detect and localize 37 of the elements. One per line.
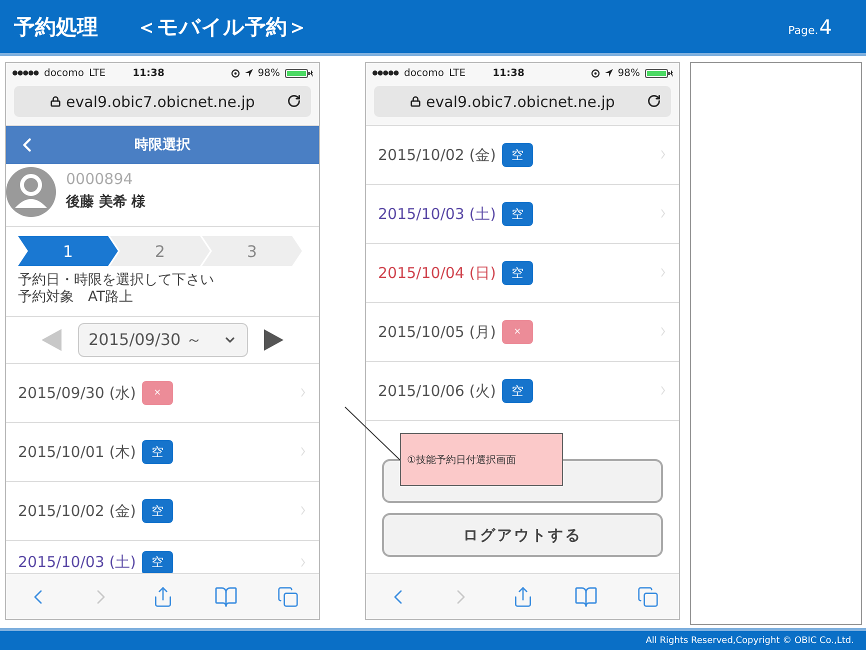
availability-badge: × [142,381,173,405]
network-text: LTE [88,68,106,78]
callout-text: ①技能予約日付選択画面 [407,454,516,466]
copyright-text: All Rights Reserved,Copyright © OBIC Co.,Ltd. [646,636,854,646]
date-text: 2015/10/03 (土) [378,204,496,224]
slide-subtitle: ＜モバイル予約＞ [136,14,308,40]
nav-title: 時限選択 [134,136,190,154]
clock-text: 11:38 [132,68,164,78]
date-text: 2015/10/04 (日) [378,264,496,282]
availability-badge: × [502,320,533,344]
page-label: Page. [788,24,818,36]
availability-badge: 空 [502,143,533,167]
clock-text: 11:38 [492,68,524,78]
carrier-text: docomo [44,68,84,78]
availability-badge: 空 [502,202,533,226]
availability-badge: 空 [142,550,173,573]
battery-text: 98% [258,68,280,78]
date-text: 2015/10/02 (金) [378,146,496,164]
instruction-text: 予約対象 AT路上 [18,289,134,306]
page-number: 4 [819,14,832,38]
battery-text: 98% [618,68,640,78]
instruction-text: 予約日・時限を選択して下さい [18,272,215,289]
date-text: 2015/09/30 (水) [18,384,136,402]
availability-badge: 空 [142,499,173,523]
availability-badge: 空 [502,379,533,403]
date-text: 2015/10/01 (木) [18,442,136,462]
member-name: 後藤 美希 様 [66,193,146,211]
network-text: LTE [448,68,466,78]
availability-badge: 空 [142,440,173,464]
date-text: 2015/10/06 (火) [378,382,496,400]
member-id: 0000894 [66,170,134,188]
slide-title: 予約処理 [14,14,98,40]
date-text: 2015/10/02 (金) [18,502,136,520]
availability-badge: 空 [502,261,533,285]
carrier-text: docomo [404,68,444,78]
date-text: 2015/10/05 (月) [378,322,496,342]
date-text: 2015/10/03 (土) [18,553,136,572]
